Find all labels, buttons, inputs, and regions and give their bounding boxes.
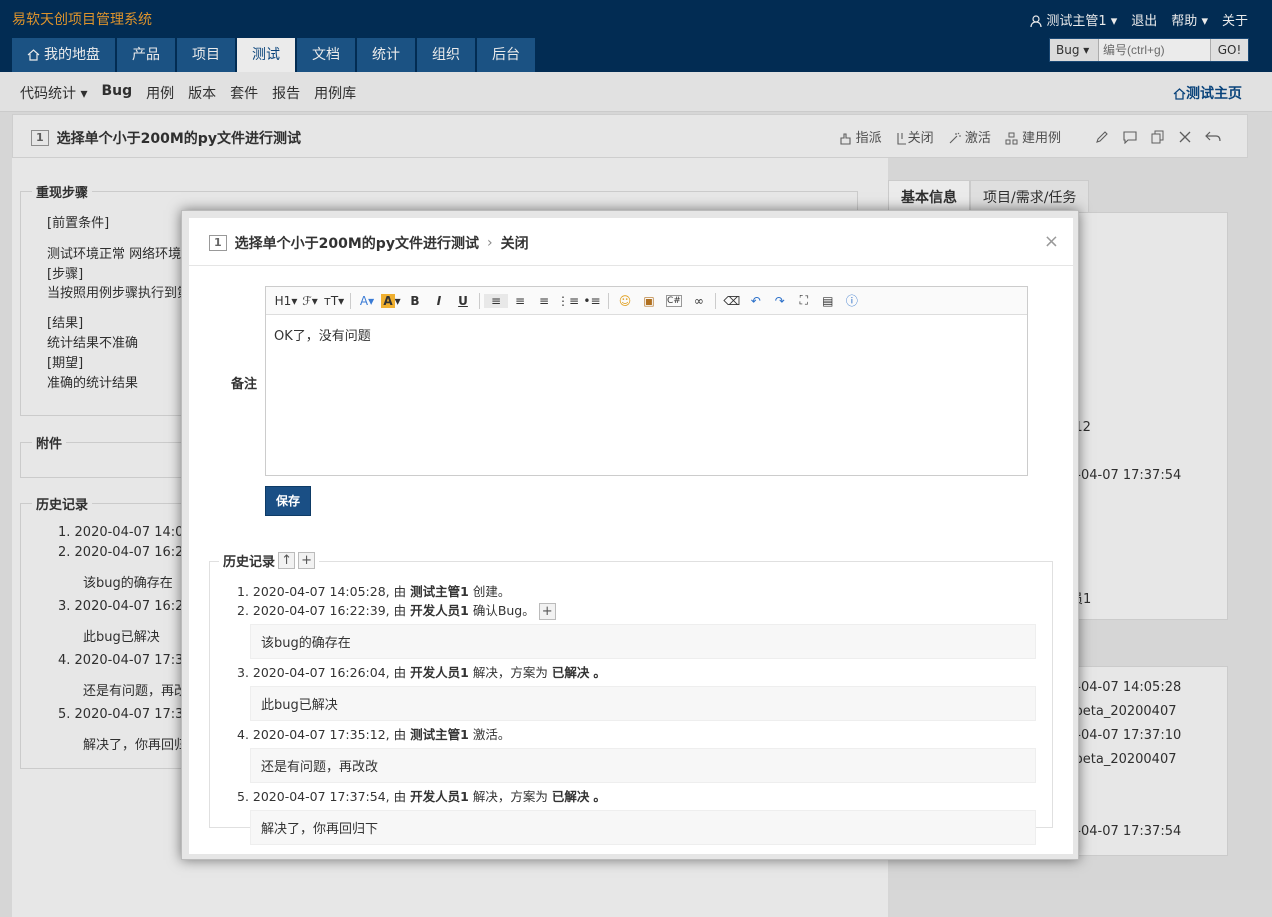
history-user: 开发人员1 — [410, 789, 469, 804]
emoji-icon[interactable]: ☺ — [613, 294, 637, 308]
modal-close-icon[interactable]: × — [1044, 231, 1059, 252]
history-action: 解决，方案为 — [472, 665, 548, 680]
bold-icon[interactable]: B — [403, 294, 427, 308]
highlight-icon[interactable]: A ▾ — [379, 293, 403, 308]
toolbar-divider — [608, 292, 609, 309]
history-comment: 该bug的确存在 — [250, 624, 1036, 659]
fullscreen-icon[interactable]: ⛶ — [792, 293, 816, 308]
unordered-list-icon[interactable]: •≡ — [580, 294, 604, 308]
history-legend: 历史记录 ↑ + — [219, 551, 320, 570]
history-result: 已解决 — [551, 789, 590, 804]
history-user: 测试主管1 — [410, 727, 469, 742]
history-user: 开发人员1 — [410, 603, 469, 618]
editor-toolbar: H1▾ ℱ▾ тT▾ A▾ A ▾ B I U ≡ ≡ ≡ ⋮≡ •≡ ☺ ▣ C… — [266, 287, 1027, 315]
eraser-icon[interactable]: ⌫ — [720, 294, 744, 308]
help-icon[interactable]: ⓘ — [840, 292, 864, 309]
modal-action: 关闭 — [500, 236, 529, 252]
italic-icon[interactable]: I — [427, 294, 451, 308]
modal-bug-title: 选择单个小于200M的py文件进行测试 — [234, 236, 479, 252]
expand-all-icon[interactable]: + — [298, 552, 316, 569]
history-action: 激活。 — [472, 727, 511, 742]
history-time: 2020-04-07 17:37:54 — [252, 789, 386, 804]
chevron-right-icon: › — [486, 235, 493, 251]
history-by: 由 — [393, 727, 407, 742]
template-icon[interactable]: ▤ — [816, 294, 840, 308]
history-item: 4. 2020-04-07 17:35:12, 由 测试主管1 激活。 — [237, 727, 511, 742]
history-item: 1. 2020-04-07 14:05:28, 由 测试主管1 创建。 — [237, 584, 511, 599]
history-time: 2020-04-07 14:05:28 — [252, 584, 386, 599]
history-item: 5. 2020-04-07 17:37:54, 由 开发人员1 解决，方案为 已… — [237, 789, 606, 804]
toolbar-divider — [714, 292, 716, 309]
heading-icon[interactable]: H1▾ — [274, 294, 298, 308]
modal-bug-id: 1 — [209, 235, 227, 251]
modal-header: 1 选择单个小于200M的py文件进行测试 › 关闭 × — [189, 218, 1073, 266]
history-list: 1. 2020-04-07 14:05:28, 由 测试主管1 创建。 2. 2… — [237, 582, 1037, 849]
history-tail: 。 — [593, 665, 606, 680]
font-size-icon[interactable]: тT▾ — [322, 294, 346, 308]
history-user: 开发人员1 — [410, 665, 469, 680]
history-time: 2020-04-07 16:22:39 — [252, 603, 386, 618]
underline-icon[interactable]: U — [451, 294, 475, 308]
note-label: 备注 — [231, 377, 258, 392]
font-color-icon[interactable]: A▾ — [355, 294, 379, 308]
history-comment: 此bug已解决 — [250, 686, 1036, 721]
image-icon[interactable]: ▣ — [637, 294, 661, 308]
ordered-list-icon[interactable]: ⋮≡ — [556, 294, 580, 308]
history-result: 已解决 — [551, 665, 590, 680]
save-button[interactable]: 保存 — [265, 486, 311, 516]
code-icon[interactable]: C# — [666, 294, 682, 307]
history-user: 测试主管1 — [410, 584, 469, 599]
link-icon[interactable]: ∞ — [687, 294, 711, 308]
history-by: 由 — [393, 603, 407, 618]
expand-item-icon[interactable]: + — [538, 603, 556, 620]
history-by: 由 — [393, 665, 407, 680]
history-comment: 还是有问题，再改改 — [250, 748, 1036, 783]
close-bug-modal: 1 选择单个小于200M的py文件进行测试 › 关闭 × 备注 H1▾ ℱ▾ т… — [181, 210, 1079, 860]
history-item: 3. 2020-04-07 16:26:04, 由 开发人员1 解决，方案为 已… — [237, 665, 606, 680]
history-by: 由 — [393, 584, 407, 599]
toolbar-divider — [479, 292, 480, 309]
history-action: 确认Bug。 — [472, 603, 535, 618]
history-tail: 。 — [593, 789, 606, 804]
align-left-icon[interactable]: ≡ — [484, 293, 508, 308]
align-center-icon[interactable]: ≡ — [508, 294, 532, 308]
history-action: 解决，方案为 — [472, 789, 548, 804]
history-time: 2020-04-07 16:26:04 — [252, 665, 386, 680]
redo-icon[interactable]: ↷ — [768, 294, 792, 308]
history-comment: 解决了，你再回归下 — [250, 810, 1036, 845]
align-right-icon[interactable]: ≡ — [532, 294, 556, 308]
history-item: 2. 2020-04-07 16:22:39, 由 开发人员1 确认Bug。 + — [237, 601, 1037, 620]
history-action: 创建。 — [472, 584, 511, 599]
font-family-icon[interactable]: ℱ▾ — [298, 294, 322, 308]
undo-icon[interactable]: ↶ — [744, 294, 768, 308]
sort-up-icon[interactable]: ↑ — [278, 552, 296, 569]
history-time: 2020-04-07 17:35:12 — [252, 727, 386, 742]
history-title: 历史记录 — [223, 555, 276, 570]
modal-body: 1 选择单个小于200M的py文件进行测试 › 关闭 × 备注 H1▾ ℱ▾ т… — [189, 218, 1073, 854]
modal-title: 1 选择单个小于200M的py文件进行测试 › 关闭 — [209, 233, 529, 253]
history-by: 由 — [393, 789, 407, 804]
note-textarea[interactable]: OK了，没有问题 — [266, 315, 1027, 354]
note-editor: H1▾ ℱ▾ тT▾ A▾ A ▾ B I U ≡ ≡ ≡ ⋮≡ •≡ ☺ ▣ C… — [265, 286, 1028, 476]
toolbar-divider — [350, 292, 351, 309]
